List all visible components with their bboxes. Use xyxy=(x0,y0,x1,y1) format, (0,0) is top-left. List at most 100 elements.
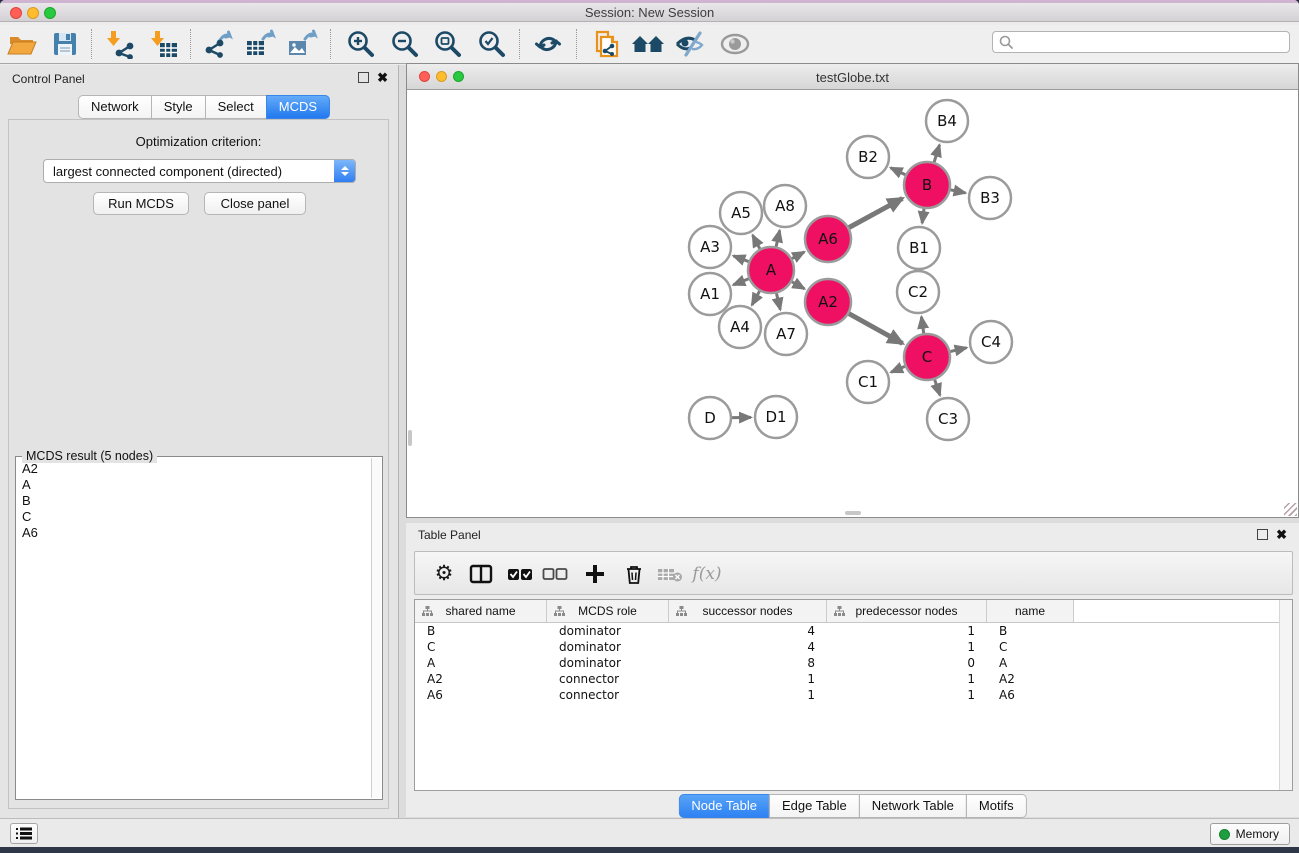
close-table-panel-icon[interactable]: ✖ xyxy=(1276,529,1287,540)
canvas-horizontal-scrollbar[interactable] xyxy=(845,511,861,515)
node-B3[interactable]: B3 xyxy=(969,177,1011,219)
table-cell: 1 xyxy=(827,624,987,638)
node-D1[interactable]: D1 xyxy=(755,396,797,438)
node-B1[interactable]: B1 xyxy=(898,227,940,269)
zoom-fit-icon[interactable] xyxy=(431,28,465,60)
node-C[interactable]: C xyxy=(904,334,950,380)
network-canvas[interactable]: B4 B2 B B3 A5A8A6 A3 A B1 A1 A2 C2 A4A7 C4 C C1 C3 D D1 xyxy=(407,90,1298,517)
node-B4[interactable]: B4 xyxy=(926,100,968,142)
node-A1[interactable]: A1 xyxy=(689,273,731,315)
table-row[interactable]: Cdominator41C xyxy=(415,639,1292,655)
node-A8[interactable]: A8 xyxy=(764,185,806,227)
zoom-out-icon[interactable] xyxy=(388,28,422,60)
node-C2[interactable]: C2 xyxy=(897,271,939,313)
result-item[interactable]: C xyxy=(18,509,370,525)
result-item[interactable]: B xyxy=(18,493,370,509)
column-header-MCDS-role[interactable]: MCDS role xyxy=(547,600,669,622)
tab-select[interactable]: Select xyxy=(205,95,267,119)
node-table: shared name MCDS rolesuccessor nodesprede… xyxy=(414,599,1293,791)
result-item[interactable]: A2 xyxy=(18,461,370,477)
zoom-selected-icon[interactable] xyxy=(475,28,509,60)
tab-network-table[interactable]: Network Table xyxy=(859,794,967,818)
node-C1[interactable]: C1 xyxy=(847,361,889,403)
node-A4[interactable]: A4 xyxy=(719,306,761,348)
node-A7[interactable]: A7 xyxy=(765,313,807,355)
column-header-name[interactable]: name xyxy=(987,600,1074,622)
search-input[interactable] xyxy=(1014,33,1289,51)
table-cell: 4 xyxy=(669,640,827,654)
search-field[interactable] xyxy=(992,31,1290,53)
show-graphics-icon[interactable] xyxy=(718,28,752,60)
table-cell: 1 xyxy=(827,672,987,686)
select-all-icon[interactable] xyxy=(503,552,537,596)
save-session-icon[interactable] xyxy=(48,28,82,60)
import-network-icon[interactable] xyxy=(103,28,137,60)
float-table-panel-icon[interactable] xyxy=(1257,529,1268,540)
task-history-button[interactable] xyxy=(10,823,38,844)
tab-edge-table[interactable]: Edge Table xyxy=(769,794,860,818)
close-panel-button[interactable]: Close panel xyxy=(204,192,306,215)
hide-details-icon[interactable] xyxy=(673,28,707,60)
svg-text:A: A xyxy=(766,261,777,279)
deselect-all-icon[interactable] xyxy=(538,552,572,596)
function-builder-icon[interactable]: f(x) xyxy=(690,552,724,596)
node-B2[interactable]: B2 xyxy=(847,136,889,178)
create-column-icon[interactable] xyxy=(578,552,612,596)
node-B[interactable]: B xyxy=(904,162,950,208)
clone-network-icon[interactable] xyxy=(590,28,624,60)
svg-text:B1: B1 xyxy=(909,239,929,257)
table-row[interactable]: A6connector11A6 xyxy=(415,687,1292,703)
node-A3[interactable]: A3 xyxy=(689,226,731,268)
node-D[interactable]: D xyxy=(689,397,731,439)
column-label: shared name xyxy=(445,604,515,618)
node-C4[interactable]: C4 xyxy=(970,321,1012,363)
table-row[interactable]: Bdominator41B xyxy=(415,623,1292,639)
delete-column-icon[interactable] xyxy=(617,552,651,596)
apply-layout-icon[interactable] xyxy=(531,28,565,60)
svg-text:D1: D1 xyxy=(765,408,786,426)
export-table-icon[interactable] xyxy=(244,28,278,60)
open-file-icon[interactable] xyxy=(5,28,39,60)
column-header-predecessor-nodes[interactable]: predecessor nodes xyxy=(827,600,987,622)
tab-network[interactable]: Network xyxy=(78,95,152,119)
criterion-dropdown[interactable]: largest connected component (directed) xyxy=(43,159,356,183)
node-A6[interactable]: A6 xyxy=(805,216,851,262)
home-icon[interactable] xyxy=(631,28,665,60)
close-panel-icon[interactable]: ✖ xyxy=(377,72,388,83)
tab-mcds[interactable]: MCDS xyxy=(266,95,330,119)
import-table-icon[interactable] xyxy=(147,28,181,60)
tab-node-table[interactable]: Node Table xyxy=(678,794,770,818)
result-list-scrollbar[interactable] xyxy=(371,458,381,798)
tab-motifs[interactable]: Motifs xyxy=(966,794,1027,818)
memory-button[interactable]: Memory xyxy=(1210,823,1290,845)
table-tabs: Node TableEdge TableNetwork TableMotifs xyxy=(678,794,1026,818)
table-row[interactable]: A2connector11A2 xyxy=(415,671,1292,687)
column-header-shared-name[interactable]: shared name xyxy=(415,600,547,622)
zoom-in-icon[interactable] xyxy=(344,28,378,60)
toolbar-separator xyxy=(330,29,331,59)
memory-label: Memory xyxy=(1236,827,1279,841)
export-network-icon[interactable] xyxy=(201,28,235,60)
tab-style[interactable]: Style xyxy=(151,95,206,119)
run-mcds-button[interactable]: Run MCDS xyxy=(93,192,189,215)
control-panel-tabs: NetworkStyleSelectMCDS xyxy=(78,95,330,119)
node-A5[interactable]: A5 xyxy=(720,192,762,234)
show-columns-icon[interactable] xyxy=(464,552,498,596)
export-image-icon[interactable] xyxy=(286,28,320,60)
node-A2[interactable]: A2 xyxy=(805,279,851,325)
delete-table-icon[interactable] xyxy=(653,552,687,596)
table-settings-gear-icon[interactable]: ⚙ xyxy=(427,552,461,596)
float-panel-icon[interactable] xyxy=(358,72,369,83)
table-scrollbar[interactable] xyxy=(1279,600,1292,790)
node-A[interactable]: A xyxy=(748,247,794,293)
window-resize-grip[interactable] xyxy=(1284,503,1297,516)
table-row[interactable]: Adominator80A xyxy=(415,655,1292,671)
canvas-vertical-scrollbar[interactable] xyxy=(408,430,412,446)
result-item[interactable]: A xyxy=(18,477,370,493)
table-cell: dominator xyxy=(547,624,669,638)
result-item[interactable]: A6 xyxy=(18,525,370,541)
table-cell: 8 xyxy=(669,656,827,670)
column-header-successor-nodes[interactable]: successor nodes xyxy=(669,600,827,622)
node-C3[interactable]: C3 xyxy=(927,398,969,440)
table-cell: C xyxy=(415,640,547,654)
